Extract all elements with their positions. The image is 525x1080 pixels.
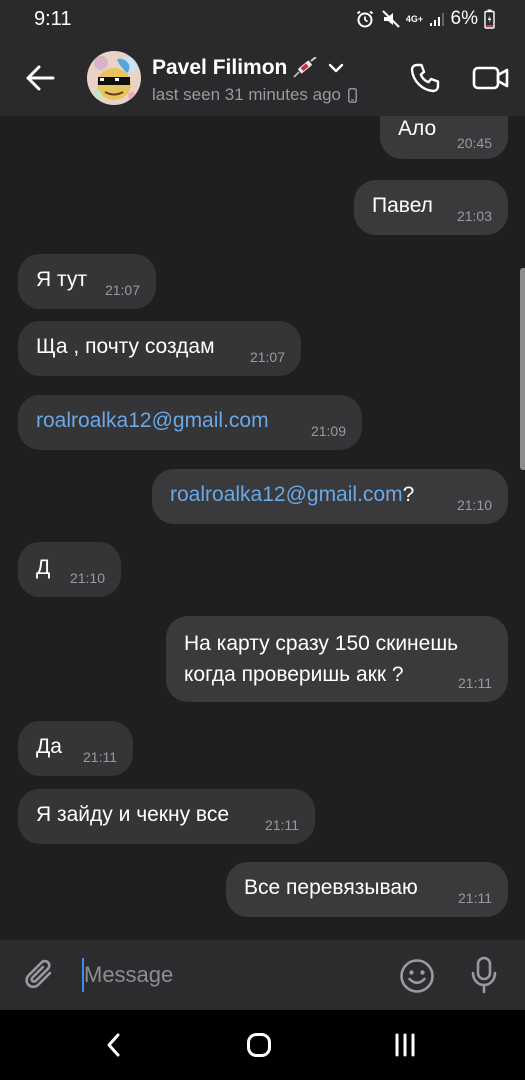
message-text: На карту сразу 150 скинешь когда провери… (184, 632, 459, 686)
paperclip-icon (25, 959, 52, 989)
message-text: Все перевязываю (244, 876, 418, 899)
message-bubble-outgoing[interactable]: Ало 20:45 (380, 116, 508, 159)
message-time: 21:07 (104, 282, 140, 298)
message-bubble-incoming[interactable]: Да 21:11 (18, 721, 133, 776)
message-bubble-outgoing[interactable]: На карту сразу 150 скинешь когда провери… (166, 616, 508, 702)
message-time: 21:07 (249, 349, 285, 365)
message-text: Павел (372, 194, 433, 217)
message-bubble-outgoing[interactable]: roalroalka12@gmail.com? 21:10 (152, 469, 508, 524)
recent-apps-icon (395, 1033, 415, 1057)
message-time: 21:10 (69, 570, 105, 586)
network-type-label: 4G+ (405, 13, 424, 24)
message-time: 21:03 (456, 208, 492, 224)
alarm-icon (355, 9, 375, 29)
message-text: roalroalka12@gmail.com? (170, 482, 414, 508)
nav-recents-button[interactable] (390, 1030, 420, 1060)
attach-button[interactable] (22, 957, 58, 993)
system-navigation-bar (0, 1010, 525, 1080)
message-time: 20:45 (456, 135, 492, 151)
message-text: Я зайду и чекну все (36, 803, 230, 826)
message-time: 21:11 (458, 890, 492, 906)
message-bubble-incoming[interactable]: Я зайду и чекну все 21:11 (18, 789, 315, 844)
message-bubble-incoming[interactable]: Ща , почту создам 21:07 (18, 321, 301, 376)
call-button[interactable] (405, 58, 445, 98)
message-text: Ало (398, 117, 437, 140)
home-icon (247, 1033, 271, 1057)
message-time: 21:10 (456, 497, 492, 513)
smiley-icon (400, 959, 434, 993)
scrollbar-thumb[interactable] (520, 268, 525, 470)
emoji-button[interactable] (398, 957, 436, 995)
chat-header: Pavel Filimon last seen 31 minutes ago (0, 38, 525, 116)
arrow-left-icon (26, 65, 55, 91)
message-bubble-incoming[interactable]: Д 21:10 (18, 542, 121, 597)
message-text-suffix: ? (402, 483, 415, 506)
message-text: Да (36, 735, 62, 758)
last-seen-row: last seen 31 minutes ago (152, 85, 357, 105)
microphone-icon (471, 956, 497, 994)
nav-back-button[interactable] (98, 1030, 128, 1060)
message-text: Я тут (36, 268, 87, 291)
composer-bar (0, 940, 525, 1010)
video-camera-icon (472, 66, 509, 90)
back-button[interactable] (22, 60, 58, 96)
nav-home-button[interactable] (244, 1030, 274, 1060)
network-type-icon: 4G+ (405, 13, 424, 24)
message-list[interactable]: Ало 20:45 Павел 21:03 Я тут 21:07 Ща , п… (0, 116, 525, 940)
chevron-down-icon[interactable] (328, 63, 344, 73)
message-input[interactable] (84, 955, 374, 995)
message-bubble-outgoing[interactable]: Павел 21:03 (354, 180, 508, 235)
message-bubble-incoming[interactable]: Я тут 21:07 (18, 254, 156, 309)
contact-name: Pavel Filimon (152, 56, 288, 79)
message-time: 21:11 (458, 675, 492, 691)
message-time: 21:11 (83, 749, 117, 765)
status-icons: 4G+ 6% (355, 6, 495, 32)
last-seen-status: last seen 31 minutes ago (152, 85, 342, 104)
contact-name-row[interactable]: Pavel Filimon (152, 56, 344, 80)
avatar[interactable] (87, 51, 141, 105)
message-time: 21:11 (265, 817, 299, 833)
chevron-left-icon (107, 1033, 120, 1057)
signal-icon (429, 11, 445, 27)
battery-icon (484, 9, 495, 29)
message-time: 21:09 (310, 423, 346, 439)
chat-screen: 9:11 4G+ 6% Pavel Filimon last seen 31 m… (0, 0, 525, 1080)
message-text: Ща , почту создам (36, 335, 215, 358)
status-bar: 9:11 4G+ 6% (0, 0, 525, 38)
message-bubble-outgoing[interactable]: Все перевязываю 21:11 (226, 862, 508, 917)
video-call-button[interactable] (469, 58, 513, 98)
battery-percent: 6% (450, 8, 478, 29)
avatar-image (87, 51, 141, 105)
email-link[interactable]: roalroalka12@gmail.com (36, 409, 269, 432)
message-text: roalroalka12@gmail.com (36, 408, 269, 434)
mobile-device-icon (348, 87, 357, 103)
message-text: Д (36, 556, 51, 579)
status-time: 9:11 (34, 8, 72, 30)
mute-icon (381, 9, 401, 29)
phone-icon (410, 63, 440, 93)
voice-message-button[interactable] (466, 955, 502, 995)
syringe-emoji-icon (292, 57, 318, 79)
email-link[interactable]: roalroalka12@gmail.com (170, 483, 403, 506)
message-bubble-incoming[interactable]: roalroalka12@gmail.com 21:09 (18, 395, 362, 450)
